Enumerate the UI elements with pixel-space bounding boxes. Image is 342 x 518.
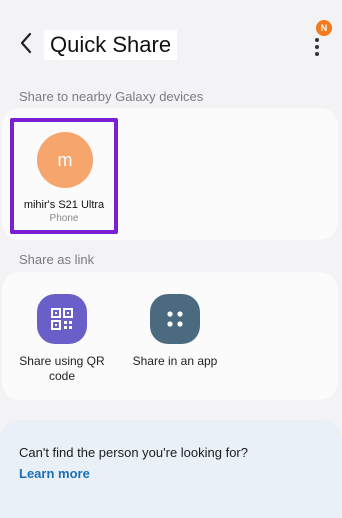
share-app-label: Share in an app	[132, 354, 218, 368]
back-button[interactable]	[14, 30, 38, 56]
help-text: Can't find the person you're looking for…	[19, 445, 248, 460]
page-title: Quick Share	[44, 30, 178, 60]
back-arrow-icon	[20, 32, 32, 54]
link-section-label: Share as link	[19, 252, 95, 267]
device-type: Phone	[49, 213, 79, 224]
app-header: Quick Share N	[0, 0, 342, 84]
avatar: m	[37, 132, 93, 188]
device-item[interactable]: m mihir's S21 Ultra Phone	[10, 118, 118, 234]
notification-badge: N	[316, 20, 332, 36]
nearby-section-label: Share to nearby Galaxy devices	[19, 89, 204, 104]
qr-code-icon	[37, 294, 87, 344]
device-name: mihir's S21 Ultra	[23, 199, 105, 211]
app-share-icon	[150, 294, 200, 344]
share-qr-label: Share using QR code	[19, 354, 105, 383]
help-banner: Can't find the person you're looking for…	[0, 420, 342, 518]
learn-more-link[interactable]: Learn more	[19, 466, 90, 481]
more-vertical-icon	[315, 38, 319, 59]
